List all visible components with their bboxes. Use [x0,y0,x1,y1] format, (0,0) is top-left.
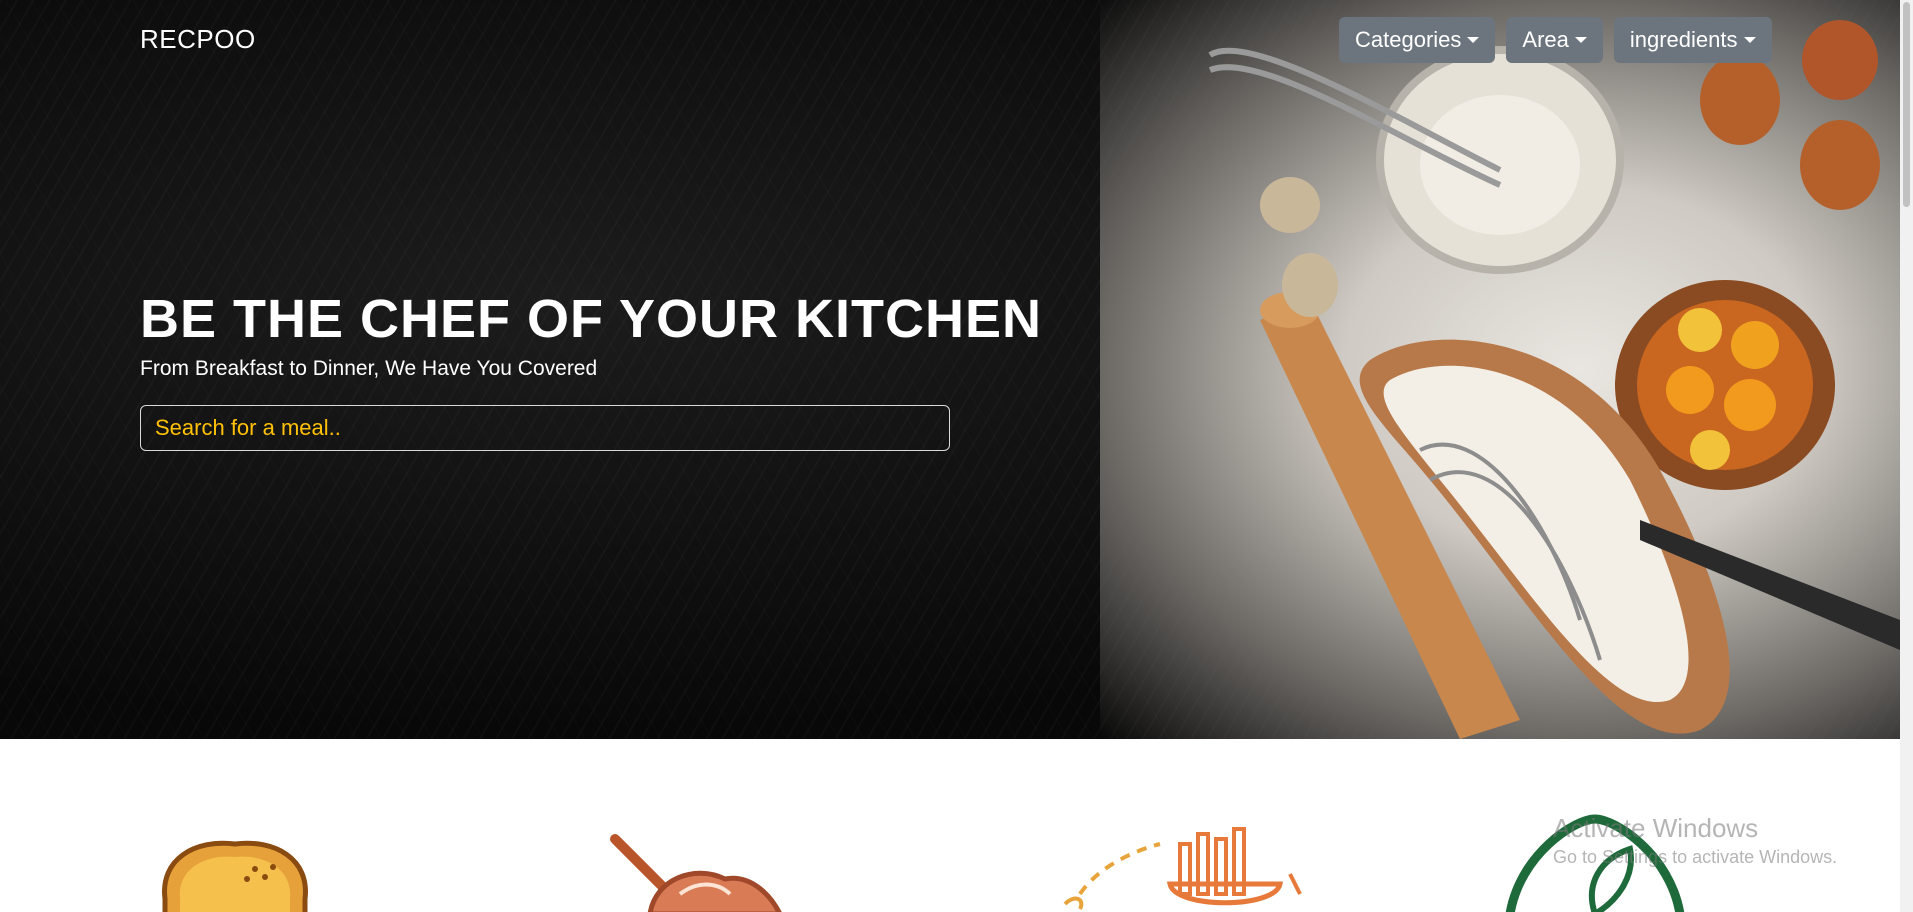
activate-windows-subtitle: Go to Settings to activate Windows. [1553,847,1838,867]
caret-down-icon [1743,37,1756,43]
dessert-icon[interactable] [610,834,790,912]
nav-dropdown-label: ingredients [1629,27,1738,52]
baking-ingredients-illustration [1208,20,1900,739]
nav-dropdown-categories[interactable]: Categories [1339,17,1496,63]
pasta-icon[interactable] [1060,824,1310,912]
caret-down-icon [1467,37,1480,43]
main-nav: Categories Area ingredients [1339,17,1772,63]
nav-dropdown-label: Area [1522,27,1569,52]
hero-headline: BE THE CHEF OF YOUR KITCHEN [140,289,1043,349]
scrollbar-thumb[interactable] [1903,2,1910,207]
nav-dropdown-label: Categories [1355,27,1462,52]
bread-icon[interactable] [155,839,335,912]
hero-section: RECPOO Categories Area ingredients BE TH… [0,0,1900,739]
brand-logo[interactable]: RECPOO [140,24,256,55]
hero-image-baking [1100,0,1900,739]
nav-dropdown-ingredients[interactable]: ingredients [1613,17,1772,63]
hero-subline: From Breakfast to Dinner, We Have You Co… [140,357,598,380]
nav-dropdown-area[interactable]: Area [1506,17,1603,63]
caret-down-icon [1574,37,1587,43]
activate-windows-title: Activate Windows [1553,813,1759,843]
meal-search-input[interactable] [140,405,950,451]
page-scrollbar[interactable] [1900,0,1913,912]
